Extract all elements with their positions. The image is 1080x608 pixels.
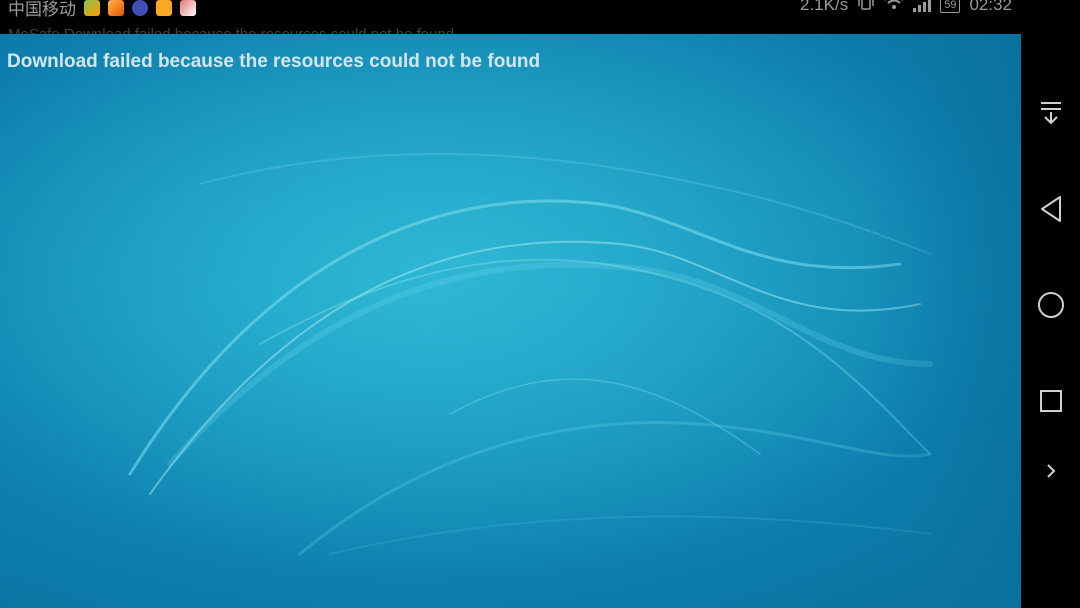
back-icon [1039, 195, 1063, 228]
app-notification-icon-1 [84, 0, 100, 16]
recents-button[interactable] [1021, 378, 1080, 428]
notification-pulldown-icon [1040, 100, 1062, 131]
home-icon [1037, 291, 1065, 324]
notification-preview-text: MoSafe Download failed because the resou… [8, 26, 454, 34]
app-notification-icon-2 [108, 0, 124, 16]
expand-icon [1045, 463, 1057, 484]
app-notification-icon-4 [156, 0, 172, 16]
navigation-bar [1021, 0, 1080, 608]
home-wallpaper: Download failed because the resources co… [0, 34, 1021, 608]
signal-icon [913, 0, 932, 12]
app-notification-icon-3 [132, 0, 148, 16]
expand-nav-button[interactable] [1021, 448, 1080, 498]
status-bar-right: 2.1K/s 59 02:32 [800, 0, 1012, 15]
battery-indicator: 59 [940, 0, 961, 13]
clock-label: 02:32 [969, 0, 1012, 14]
back-button[interactable] [1021, 186, 1080, 236]
carrier-label: 中国移动 [8, 0, 76, 19]
vibrate-icon [857, 0, 875, 15]
app-notification-icon-5 [180, 0, 196, 16]
status-bar: 中国移动 MoSafe Download failed because the … [0, 0, 1021, 34]
status-bar-left: 中国移动 [8, 0, 196, 20]
toast-message: Download failed because the resources co… [7, 51, 541, 72]
notification-pulldown-button[interactable] [1021, 90, 1080, 140]
net-speed-label: 2.1K/s [800, 0, 849, 14]
wifi-icon [884, 0, 904, 15]
recents-icon [1039, 389, 1063, 418]
home-button[interactable] [1021, 282, 1080, 332]
wallpaper-waves [0, 34, 1021, 608]
